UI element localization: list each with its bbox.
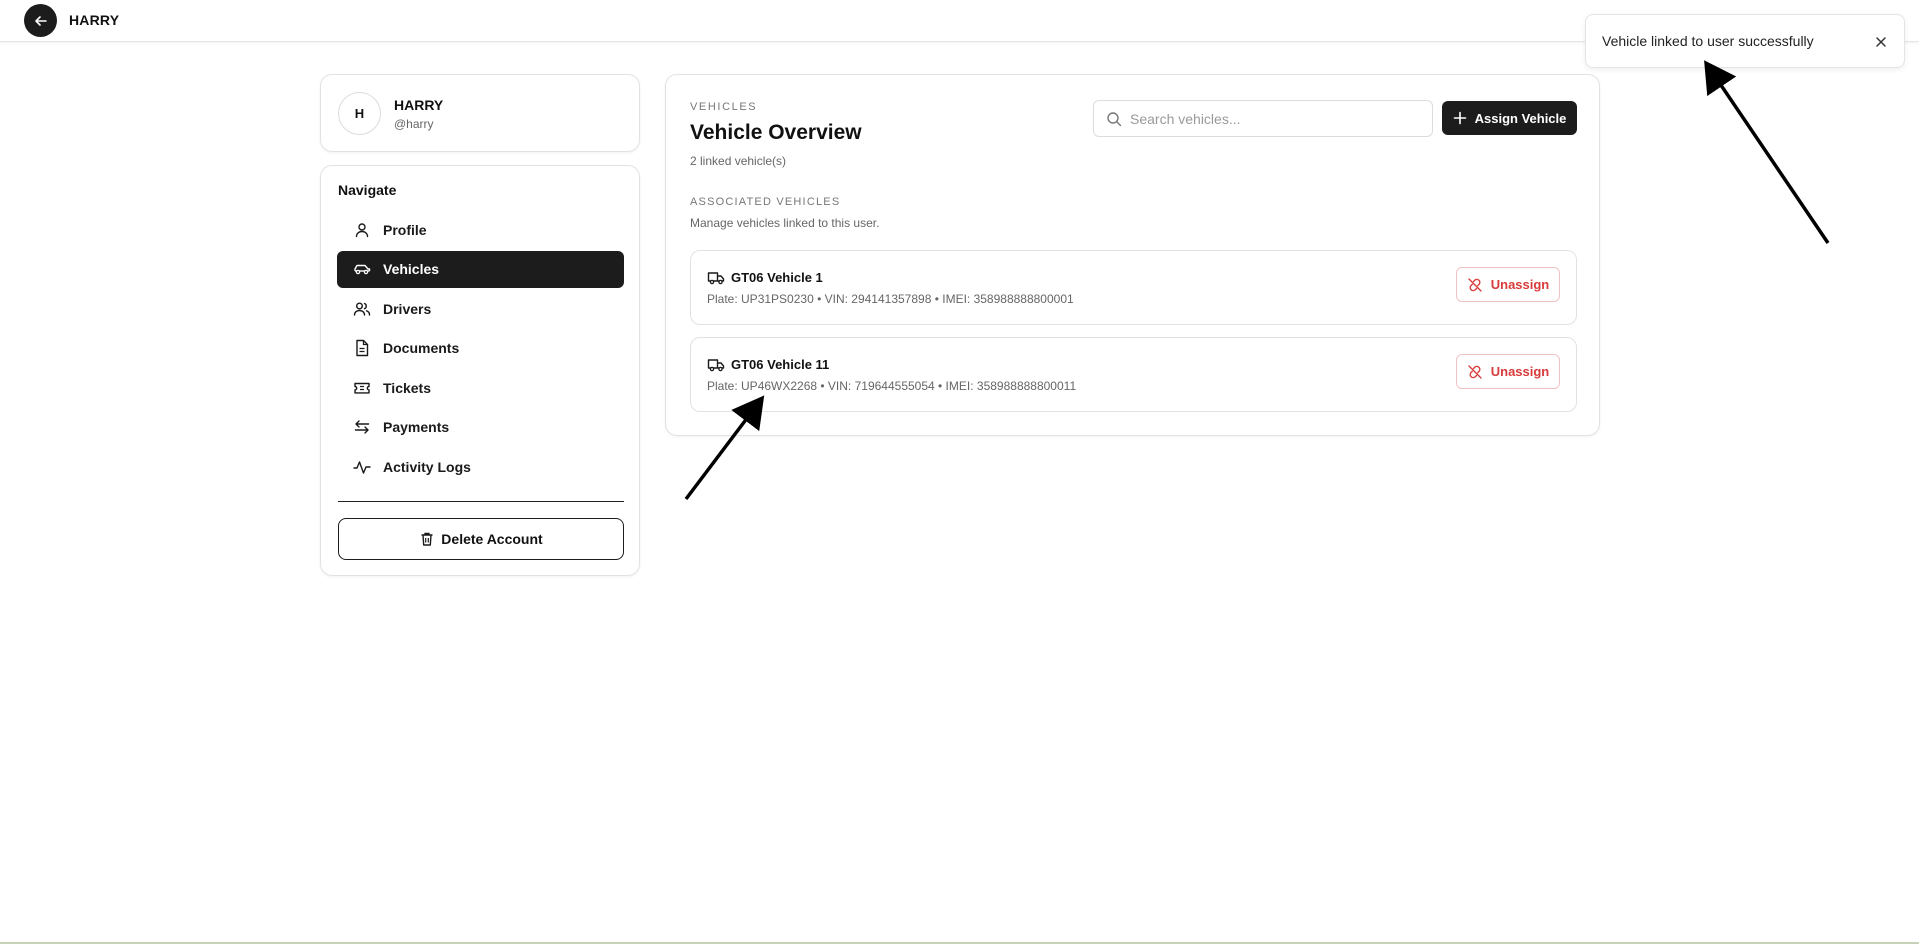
- search-box: [1093, 100, 1433, 137]
- sidebar-item-label: Payments: [383, 419, 450, 436]
- sidebar-item-drivers[interactable]: Drivers: [337, 290, 624, 327]
- users-icon: [353, 300, 371, 318]
- success-toast: Vehicle linked to user successfully: [1585, 14, 1905, 68]
- assign-vehicle-button[interactable]: Assign Vehicle: [1442, 101, 1577, 135]
- sidebar-item-payments[interactable]: Payments: [337, 409, 624, 446]
- nav-heading: Navigate: [338, 182, 397, 198]
- delete-account-label: Delete Account: [441, 531, 543, 547]
- transfer-icon: [353, 418, 371, 436]
- sidebar-item-label: Documents: [383, 340, 460, 357]
- unlink-icon: [1467, 277, 1483, 293]
- navigation-card: Navigate Profile Vehicles Drivers Docume…: [320, 165, 640, 576]
- unassign-label: Unassign: [1490, 364, 1550, 379]
- sidebar-item-label: Tickets: [383, 379, 431, 396]
- search-icon: [1106, 111, 1122, 127]
- sidebar-item-tickets[interactable]: Tickets: [337, 369, 624, 406]
- sidebar-item-label: Drivers: [383, 300, 432, 317]
- linked-count: 2 linked vehicle(s): [690, 154, 787, 168]
- plus-icon: [1453, 111, 1467, 125]
- page-title: HARRY: [69, 12, 120, 28]
- section-description: Manage vehicles linked to this user.: [690, 216, 880, 230]
- vehicle-card: GT06 Vehicle 1 Plate: UP31PS0230 • VIN: …: [690, 250, 1577, 325]
- vehicle-card: GT06 Vehicle 11 Plate: UP46WX2268 • VIN:…: [690, 337, 1577, 412]
- close-icon[interactable]: [1872, 33, 1890, 51]
- sidebar-item-profile[interactable]: Profile: [337, 211, 624, 248]
- sidebar-item-label: Profile: [383, 221, 427, 238]
- vehicle-name: GT06 Vehicle 11: [731, 357, 830, 372]
- ticket-icon: [353, 379, 371, 397]
- trash-icon: [419, 531, 435, 547]
- truck-icon: [707, 270, 725, 286]
- activity-icon: [353, 458, 371, 476]
- vehicle-details: Plate: UP46WX2268 • VIN: 719644555054 • …: [707, 379, 1077, 393]
- back-button[interactable]: [24, 4, 57, 37]
- profile-card: H HARRY @harry: [320, 74, 640, 152]
- arrow-left-icon: [34, 15, 47, 26]
- sidebar-item-documents[interactable]: Documents: [337, 330, 624, 367]
- car-icon: [353, 260, 371, 278]
- sidebar-item-vehicles[interactable]: Vehicles: [337, 250, 624, 288]
- search-input[interactable]: [1130, 101, 1430, 136]
- nav-list: Profile Vehicles Drivers Documents Ticke…: [337, 211, 624, 488]
- main-title: Vehicle Overview: [690, 121, 862, 144]
- sidebar-item-label: Vehicles: [383, 261, 440, 278]
- user-icon: [353, 221, 371, 239]
- sidebar-item-label: Activity Logs: [383, 459, 471, 476]
- delete-account-button[interactable]: Delete Account: [338, 518, 624, 560]
- unassign-label: Unassign: [1490, 277, 1550, 292]
- profile-name: HARRY: [394, 97, 444, 113]
- document-icon: [353, 339, 371, 357]
- sidebar-item-activity-logs[interactable]: Activity Logs: [337, 449, 624, 486]
- section-eyebrow: VEHICLES: [690, 101, 758, 113]
- vehicle-details: Plate: UP31PS0230 • VIN: 294141357898 • …: [707, 292, 1074, 306]
- unlink-icon: [1467, 364, 1483, 380]
- vehicle-overview-card: VEHICLES Vehicle Overview 2 linked vehic…: [665, 74, 1600, 436]
- profile-handle: @harry: [394, 117, 434, 131]
- vehicle-name: GT06 Vehicle 1: [731, 270, 823, 285]
- avatar: H: [338, 92, 381, 135]
- annotation-arrow: [1704, 60, 1830, 244]
- truck-icon: [707, 357, 725, 373]
- unassign-button[interactable]: Unassign: [1456, 354, 1560, 389]
- divider: [338, 501, 624, 502]
- assign-vehicle-label: Assign Vehicle: [1474, 110, 1567, 126]
- toast-message: Vehicle linked to user successfully: [1602, 33, 1814, 49]
- section-label: ASSOCIATED VEHICLES: [690, 196, 841, 208]
- unassign-button[interactable]: Unassign: [1456, 267, 1560, 302]
